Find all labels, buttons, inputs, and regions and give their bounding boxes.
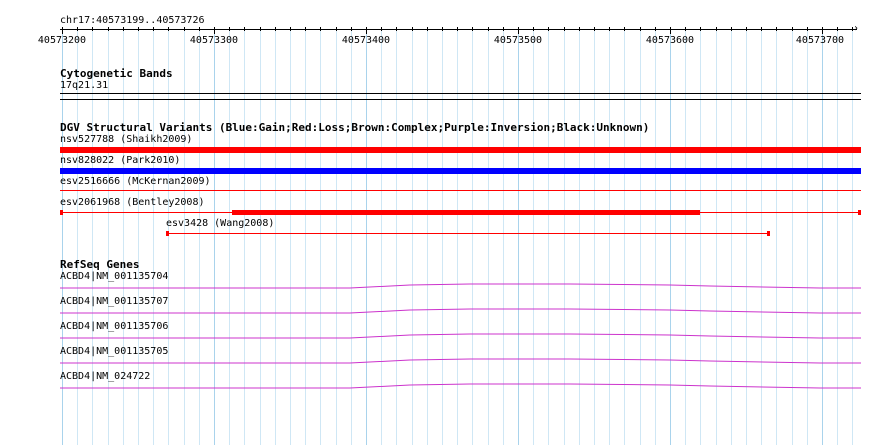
ruler-axis: [60, 29, 857, 30]
tick-label: 40573400: [341, 35, 391, 46]
dgv-feature-block[interactable]: [232, 210, 700, 215]
dgv-feature-bar[interactable]: [60, 168, 861, 174]
dgv-track-title: DGV Structural Variants (Blue:Gain;Red:L…: [60, 121, 650, 134]
tick-label: 40573500: [493, 35, 543, 46]
dgv-feature-line[interactable]: [166, 233, 769, 234]
refseq-track-title: RefSeq Genes: [60, 258, 140, 271]
gene-model[interactable]: [60, 332, 861, 340]
cytoband-line-top[interactable]: [60, 93, 861, 94]
region-label: chr17:40573199..40573726: [60, 15, 205, 26]
gene-model[interactable]: [60, 307, 861, 315]
ruler-arrow-icon: ›: [853, 23, 860, 34]
genome-browser: chr17:40573199..40573726 › 40573200 4057…: [0, 0, 890, 445]
dgv-feature-bar[interactable]: [60, 147, 861, 153]
dgv-feature-bar[interactable]: [60, 190, 861, 191]
cytoband-line-bottom[interactable]: [60, 99, 861, 100]
dgv-feature-label[interactable]: nsv828022 (Park2010): [60, 155, 180, 167]
dgv-feature-end-cap: [60, 210, 63, 215]
dgv-feature-label[interactable]: esv2061968 (Bentley2008): [60, 197, 205, 209]
tick-label: 40573600: [645, 35, 695, 46]
gene-model[interactable]: [60, 282, 861, 290]
dgv-feature-end-cap: [858, 210, 861, 215]
dgv-feature-label[interactable]: esv2516666 (McKernan2009): [60, 176, 211, 188]
dgv-feature-end-cap: [166, 231, 169, 236]
tick-label: 40573200: [37, 35, 87, 46]
dgv-feature-label[interactable]: nsv527788 (Shaikh2009): [60, 134, 192, 146]
cytoband-label: 17q21.31: [60, 80, 109, 91]
tick-label: 40573300: [189, 35, 239, 46]
dgv-feature-label[interactable]: esv3428 (Wang2008): [166, 218, 274, 230]
gene-model[interactable]: [60, 357, 861, 365]
cytoband-track-title: Cytogenetic Bands: [60, 67, 173, 80]
tick-label: 40573700: [795, 35, 845, 46]
dgv-feature-end-cap: [767, 231, 770, 236]
gene-model[interactable]: [60, 382, 861, 390]
